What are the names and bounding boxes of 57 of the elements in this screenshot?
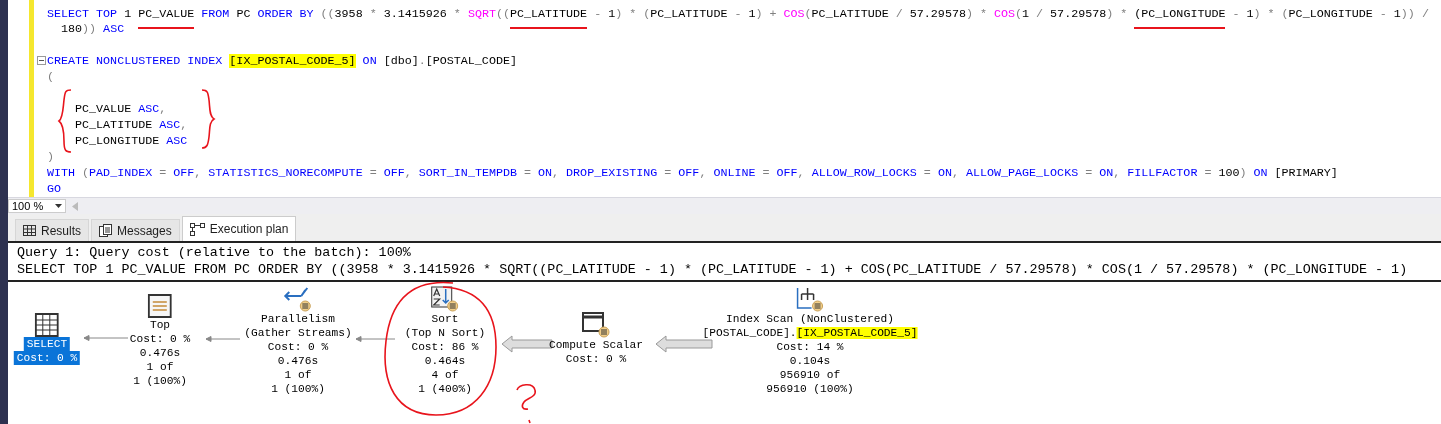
node-label: 1 (100%)	[132, 374, 188, 388]
merge-arrow-icon	[283, 286, 313, 312]
tab[interactable]: Messages	[91, 219, 180, 241]
node-label[interactable]: Index Scan (NonClustered)	[723, 312, 897, 326]
tab[interactable]: Results	[15, 219, 89, 241]
node-label: Cost: 86 %	[410, 340, 480, 354]
node-label: 1 of	[145, 360, 175, 374]
brace-mark	[200, 88, 216, 150]
question-mark-drawing	[513, 382, 539, 424]
arrow	[205, 336, 241, 342]
node-label: [POSTAL_CODE].[IX_POSTAL_CODE_5]	[701, 326, 919, 340]
code-line: PC_VALUE ASC,	[74, 101, 168, 117]
node-label[interactable]: Top	[146, 318, 174, 332]
node-label: 956910 of	[778, 368, 842, 382]
node-label: (Top N Sort)	[403, 326, 487, 340]
node-label[interactable]: Parallelism	[258, 312, 338, 326]
node-label: 956910 (100%)	[765, 382, 855, 396]
node-label: 1 (400%)	[417, 382, 473, 396]
node-label: 1 of	[283, 368, 313, 382]
node-label[interactable]: Compute Scalar	[546, 338, 646, 352]
table-icon	[35, 313, 59, 337]
arrow	[83, 335, 129, 341]
code-line: PC_LONGITUDE ASC	[74, 133, 189, 149]
code-line: GO	[47, 181, 63, 197]
tab[interactable]: Execution plan	[181, 216, 297, 241]
query-text: Query 1: Query cost (relative to the batch): 100%	[17, 244, 412, 261]
document-icon	[99, 224, 112, 237]
node-label: 1 (100%)	[270, 382, 326, 396]
node-label: 0.476s	[276, 354, 320, 368]
node-label: (Gather Streams)	[243, 326, 353, 340]
node-label: Cost: 0 %	[564, 352, 628, 366]
caret-icon	[55, 204, 62, 208]
window-icon	[582, 312, 610, 338]
tree-icon	[796, 286, 824, 312]
code-line: (	[47, 69, 55, 85]
zoom-dropdown[interactable]: 100 %	[8, 199, 66, 213]
code-line: )	[47, 149, 55, 165]
collapse-icon[interactable]	[37, 56, 46, 65]
node-label: 4 of	[430, 368, 460, 382]
code-line: PC_LATITUDE ASC,	[74, 117, 189, 133]
node-label[interactable]: Sort	[428, 312, 462, 326]
brace-mark	[57, 88, 73, 154]
grid-icon	[23, 225, 36, 236]
flowchart-icon	[189, 222, 205, 236]
list-icon	[148, 294, 172, 318]
node-label: 0.104s	[788, 354, 832, 368]
node-label: Cost: 14 %	[775, 340, 845, 354]
node-label: Cost: 0 %	[13, 351, 81, 365]
query-text: SELECT TOP 1 PC_VALUE FROM PC ORDER BY ((3958 * 3.1415926 * SQRT((PC_LATITUDE - 1) * (PC_LATITUDE - 1) + COS(PC_LATITUDE / 57.29578) * COS(1 / 57.29578) * (PC_LONGITUDE - 1)	[17, 261, 1409, 278]
node-label: Cost: 0 %	[266, 340, 330, 354]
code-line: WITH (PAD_INDEX = OFF, STATISTICS_NORECOMPUTE = OFF, SORT_IN_TEMPDB = ON, DROP_EXISTING = OFF, ONLINE = OFF, ALLOW_ROW_LOCKS = ON, ALLOW_PAGE_LOCKS = ON, FILLFACTOR = 100) ON [PRIMARY]	[47, 165, 1339, 181]
node-label[interactable]: SELECT	[23, 337, 71, 351]
node-label: 0.464s	[423, 354, 467, 368]
node-label: Cost: 0 %	[128, 332, 192, 346]
arrow	[355, 336, 396, 342]
node-label: 0.476s	[138, 346, 182, 360]
sort-icon	[431, 286, 459, 312]
